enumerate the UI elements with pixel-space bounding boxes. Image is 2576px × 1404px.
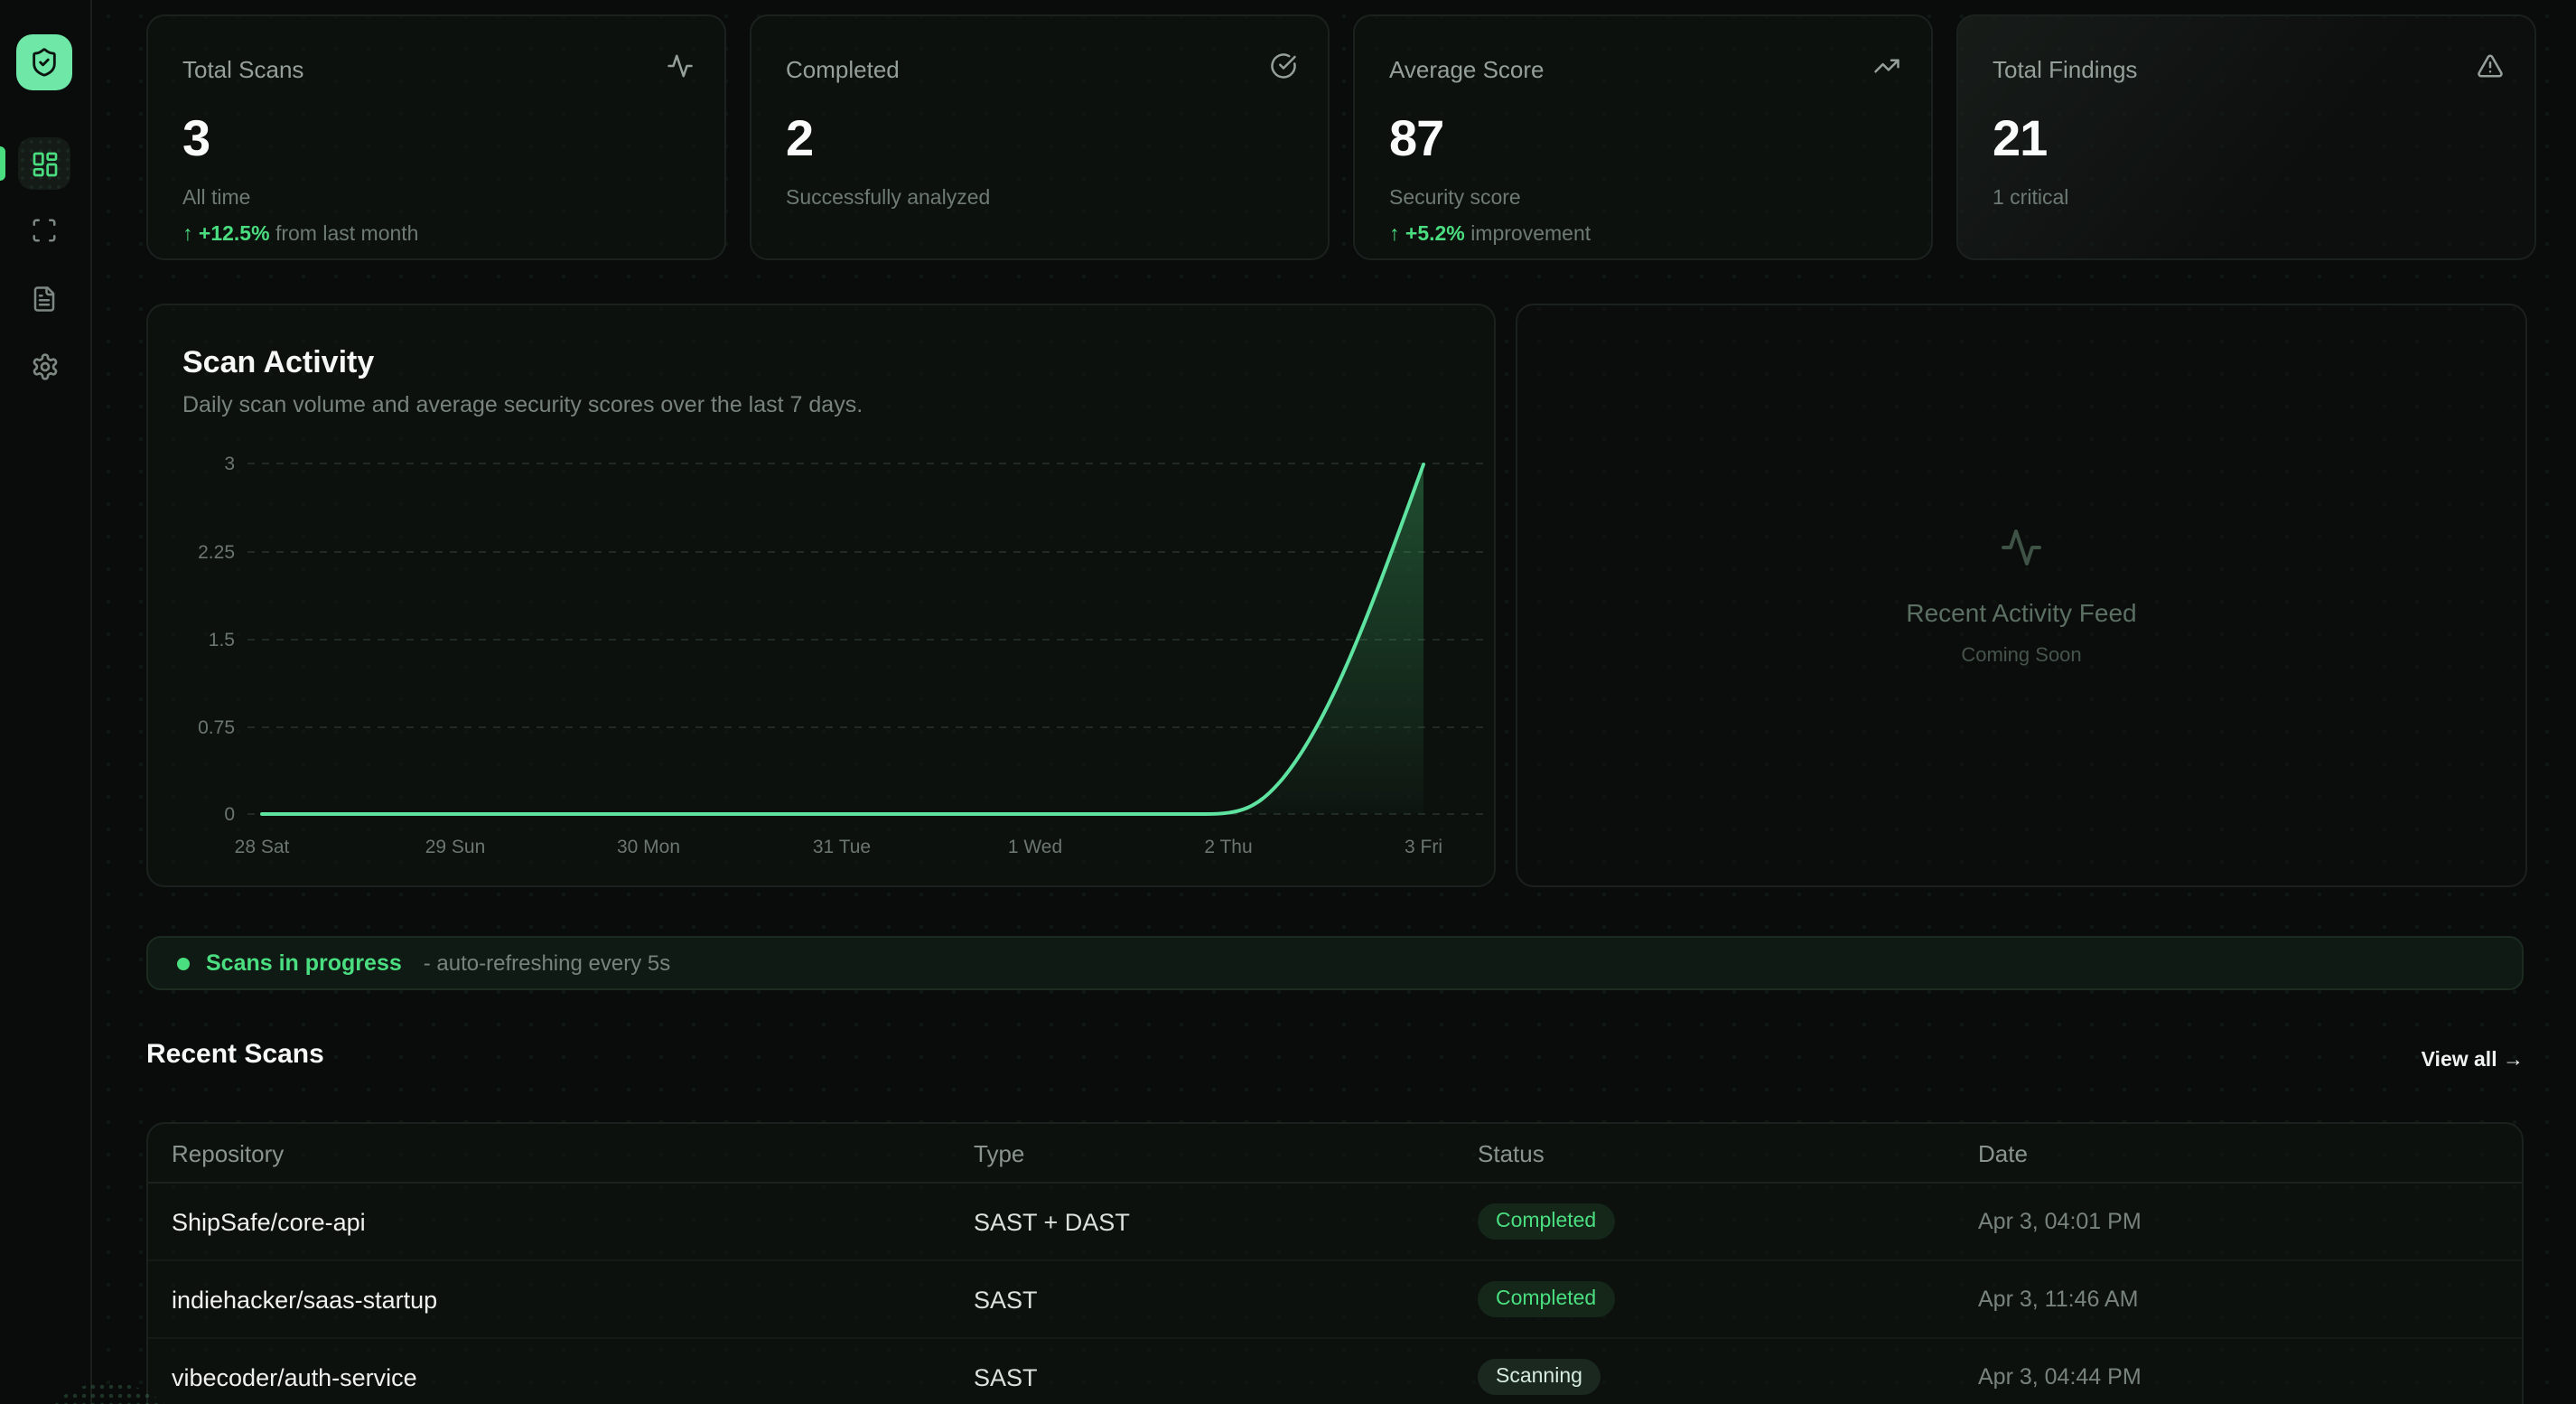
svg-text:0.75: 0.75 bbox=[198, 717, 235, 738]
activity-feed-subtitle: Coming Soon bbox=[1961, 644, 2081, 666]
stat-subtitle: Security score bbox=[1389, 188, 1521, 210]
date-cell: Apr 3, 11:46 AM bbox=[1978, 1287, 2522, 1312]
scan-icon bbox=[31, 217, 58, 244]
file-text-icon bbox=[31, 285, 58, 313]
activity-icon bbox=[667, 52, 694, 80]
sidebar-item-reports[interactable] bbox=[18, 273, 70, 325]
status-cell: Completed bbox=[1478, 1281, 1978, 1317]
table-row[interactable]: vibecoder/auth-service SAST Scanning Apr… bbox=[148, 1339, 2522, 1404]
date-cell: Apr 3, 04:01 PM bbox=[1978, 1209, 2522, 1234]
svg-text:31 Tue: 31 Tue bbox=[813, 837, 871, 857]
app-logo[interactable] bbox=[16, 34, 72, 90]
table-row[interactable]: indiehacker/saas-startup SAST Completed … bbox=[148, 1261, 2522, 1339]
sidebar-item-dashboard[interactable] bbox=[18, 137, 70, 190]
column-header-status: Status bbox=[1478, 1139, 1978, 1166]
svg-text:3: 3 bbox=[224, 454, 235, 474]
sidebar-item-scans[interactable] bbox=[18, 204, 70, 257]
trending-up-icon bbox=[1873, 52, 1900, 80]
dashboard-page: Total Scans 3 All time ↑ +12.5% from las… bbox=[0, 0, 2576, 1404]
stat-card-total-findings: Total Findings 21 1 critical bbox=[1956, 14, 2536, 260]
x-axis-ticks: 28 Sat 29 Sun 30 Mon 31 Tue 1 Wed 2 Thu … bbox=[235, 837, 1442, 857]
stat-value: 87 bbox=[1389, 110, 1443, 168]
scans-in-progress-banner: Scans in progress - auto-refreshing ever… bbox=[146, 936, 2524, 990]
repo-cell: vibecoder/auth-service bbox=[172, 1363, 974, 1390]
table-header-row: Repository Type Status Date bbox=[148, 1124, 2522, 1184]
sidebar bbox=[0, 0, 92, 1404]
stat-subtitle: 1 critical bbox=[1993, 188, 2068, 210]
stat-value: 2 bbox=[786, 110, 813, 168]
stat-value: 3 bbox=[182, 110, 210, 168]
stat-subtitle: All time bbox=[182, 188, 250, 210]
svg-text:29 Sun: 29 Sun bbox=[425, 837, 486, 857]
status-badge: Scanning bbox=[1478, 1359, 1601, 1395]
status-badge: Completed bbox=[1478, 1281, 1614, 1317]
banner-refresh-note: - auto-refreshing every 5s bbox=[424, 950, 670, 976]
activity-feed-title: Recent Activity Feed bbox=[1906, 597, 2136, 626]
svg-text:0: 0 bbox=[224, 804, 235, 825]
stat-card-completed: Completed 2 Successfully analyzed bbox=[750, 14, 1330, 260]
column-header-date: Date bbox=[1978, 1139, 2522, 1166]
svg-text:2 Thu: 2 Thu bbox=[1204, 837, 1252, 857]
type-cell: SAST + DAST bbox=[974, 1208, 1478, 1235]
status-cell: Completed bbox=[1478, 1203, 1978, 1240]
settings-gear-icon bbox=[30, 351, 59, 380]
status-badge: Completed bbox=[1478, 1203, 1614, 1240]
stat-title: Total Findings bbox=[1993, 56, 2137, 83]
stat-delta: ↑ +12.5% from last month bbox=[182, 224, 418, 246]
shield-check-icon bbox=[29, 47, 60, 78]
stat-card-average-score: Average Score 87 Security score ↑ +5.2% … bbox=[1353, 14, 1933, 260]
y-axis-ticks: 3 2.25 1.5 0.75 0 bbox=[198, 454, 235, 825]
up-arrow-icon: ↑ bbox=[182, 224, 193, 246]
svg-text:1 Wed: 1 Wed bbox=[1008, 837, 1062, 857]
svg-text:28 Sat: 28 Sat bbox=[235, 837, 290, 857]
type-cell: SAST bbox=[974, 1286, 1478, 1313]
status-dot-icon bbox=[177, 957, 190, 969]
sidebar-item-settings[interactable] bbox=[18, 340, 70, 392]
stat-card-total-scans: Total Scans 3 All time ↑ +12.5% from las… bbox=[146, 14, 726, 260]
date-cell: Apr 3, 04:44 PM bbox=[1978, 1364, 2522, 1390]
svg-text:30 Mon: 30 Mon bbox=[617, 837, 680, 857]
status-cell: Scanning bbox=[1478, 1359, 1978, 1395]
layout-dashboard-icon bbox=[30, 149, 59, 178]
stat-value: 21 bbox=[1993, 110, 2047, 168]
stat-subtitle: Successfully analyzed bbox=[786, 188, 990, 210]
recent-scans-title: Recent Scans bbox=[146, 1039, 324, 1070]
recent-activity-panel: Recent Activity Feed Coming Soon bbox=[1516, 304, 2527, 887]
stat-title: Completed bbox=[786, 56, 900, 83]
repo-cell: ShipSafe/core-api bbox=[172, 1208, 974, 1235]
activity-pulse-icon bbox=[2000, 525, 2043, 568]
table-row[interactable]: ShipSafe/core-api SAST + DAST Completed … bbox=[148, 1184, 2522, 1261]
view-all-link[interactable]: View all → bbox=[2422, 1050, 2524, 1072]
repo-cell: indiehacker/saas-startup bbox=[172, 1286, 974, 1313]
stat-title: Average Score bbox=[1389, 56, 1545, 83]
svg-text:2.25: 2.25 bbox=[198, 542, 235, 563]
stat-delta: ↑ +5.2% improvement bbox=[1389, 224, 1591, 246]
up-arrow-icon: ↑ bbox=[1389, 224, 1400, 246]
svg-text:3 Fri: 3 Fri bbox=[1405, 837, 1442, 857]
check-circle-icon bbox=[1270, 52, 1297, 80]
recent-scans-table: Repository Type Status Date ShipSafe/cor… bbox=[146, 1122, 2524, 1404]
stat-title: Total Scans bbox=[182, 56, 303, 83]
column-header-repository: Repository bbox=[172, 1139, 974, 1166]
scan-activity-chart: 3 2.25 1.5 0.75 0 28 Sat 29 Sun 30 Mon 3… bbox=[148, 305, 1498, 889]
scan-activity-chart-card: Scan Activity Daily scan volume and aver… bbox=[146, 304, 1496, 887]
active-nav-indicator bbox=[0, 146, 5, 181]
type-cell: SAST bbox=[974, 1363, 1478, 1390]
column-header-type: Type bbox=[974, 1139, 1478, 1166]
alert-triangle-icon bbox=[2477, 52, 2504, 80]
svg-text:1.5: 1.5 bbox=[209, 630, 235, 651]
banner-status-text: Scans in progress bbox=[206, 950, 402, 976]
